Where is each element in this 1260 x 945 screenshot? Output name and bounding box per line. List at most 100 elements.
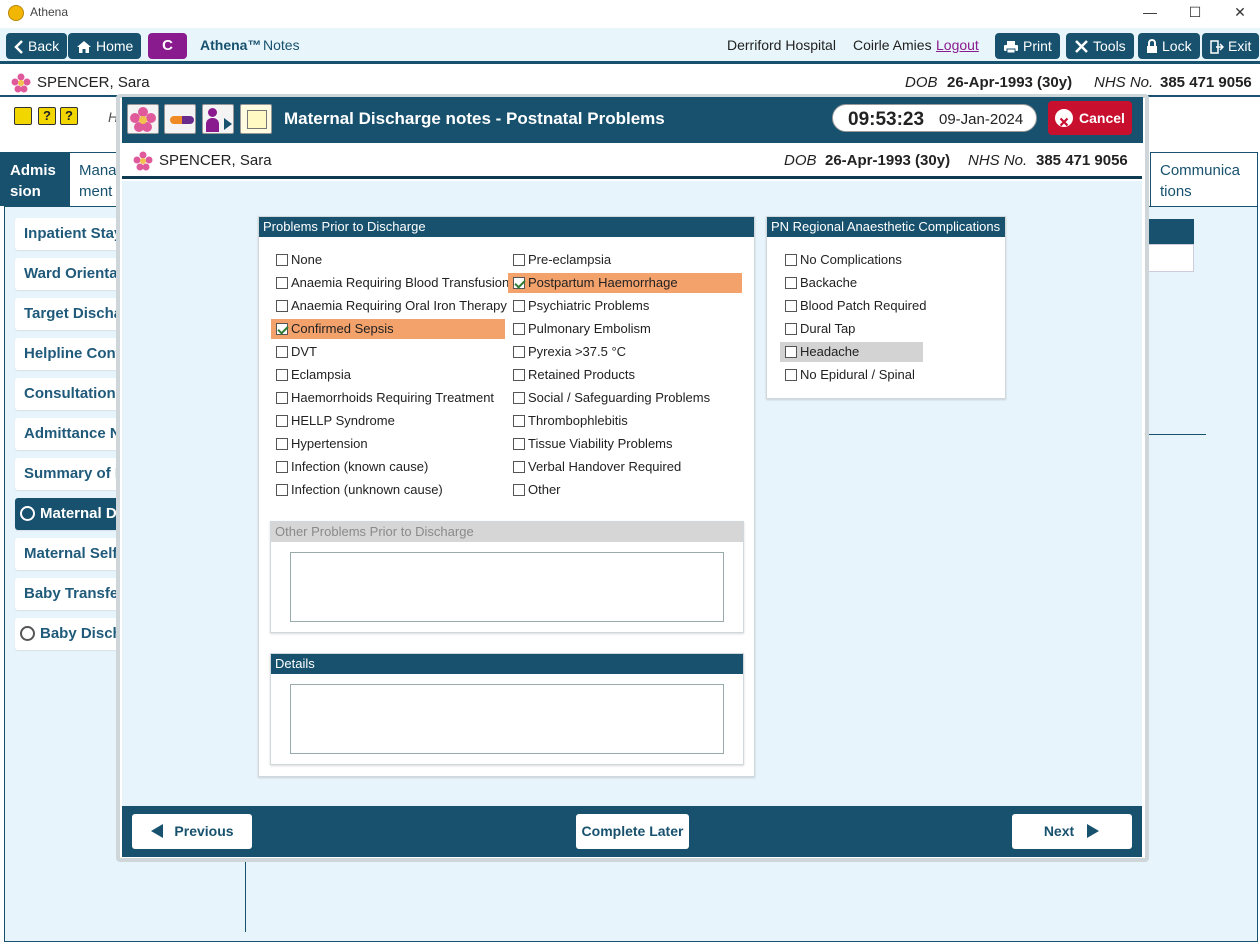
sidebar-item-baby-discharge[interactable]: Baby Discha <box>15 618 125 650</box>
sidebar-item-summary[interactable]: Summary of P <box>15 458 125 490</box>
checkbox-headache[interactable]: Headache <box>780 342 923 362</box>
checkbox-icon[interactable] <box>276 484 288 496</box>
maximize-button[interactable]: ☐ <box>1184 2 1206 22</box>
sidebar-item-maternal-self[interactable]: Maternal Self <box>15 538 125 570</box>
details-input[interactable] <box>290 684 724 754</box>
checkbox-pyrexia-37-5-c[interactable]: Pyrexia >37.5 °C <box>508 342 626 362</box>
sidebar-item-helpline-contacts[interactable]: Helpline Cont <box>15 338 125 370</box>
checkbox-icon[interactable] <box>513 346 525 358</box>
checkbox-psychiatric-problems[interactable]: Psychiatric Problems <box>508 296 649 316</box>
checkbox-infection-known-cause[interactable]: Infection (known cause) <box>271 457 428 477</box>
next-button[interactable]: Next <box>1012 814 1132 849</box>
help-icon[interactable]: ? <box>38 107 56 125</box>
sidebar-item-maternal-discharge[interactable]: Maternal Di <box>15 498 125 530</box>
checkbox-tissue-viability-problems[interactable]: Tissue Viability Problems <box>508 434 673 454</box>
flower-icon[interactable] <box>127 104 159 134</box>
checkbox-icon[interactable] <box>785 323 797 335</box>
checkbox-hypertension[interactable]: Hypertension <box>271 434 368 454</box>
help-list-icon[interactable] <box>14 107 32 125</box>
home-button[interactable]: Home <box>68 33 142 59</box>
checkbox-icon[interactable] <box>785 277 797 289</box>
sidebar-item-ward-orientation[interactable]: Ward Orientat <box>15 258 125 290</box>
tab-management[interactable]: Mana ment <box>69 152 119 206</box>
brand-name: Athena™ <box>200 37 262 53</box>
checkbox-icon[interactable] <box>785 346 797 358</box>
checkbox-no-epidural-spinal[interactable]: No Epidural / Spinal <box>780 365 915 385</box>
checkbox-anaemia-requiring-oral-iron-therapy[interactable]: Anaemia Requiring Oral Iron Therapy <box>271 296 507 316</box>
checkbox-label: Anaemia Requiring Oral Iron Therapy <box>291 298 507 313</box>
checkbox-icon[interactable] <box>513 392 525 404</box>
checkbox-icon[interactable] <box>785 300 797 312</box>
checkbox-label: Haemorrhoids Requiring Treatment <box>291 390 495 405</box>
checkbox-confirmed-sepsis[interactable]: Confirmed Sepsis <box>271 319 505 339</box>
back-button[interactable]: Back <box>6 33 68 59</box>
checkmark-icon[interactable] <box>513 277 525 289</box>
checkbox-pre-eclampsia[interactable]: Pre-eclampsia <box>508 250 611 270</box>
checkbox-icon[interactable] <box>276 254 288 266</box>
checkbox-anaemia-requiring-blood-transfusion[interactable]: Anaemia Requiring Blood Transfusion <box>271 273 509 293</box>
c-button[interactable]: C <box>148 33 187 59</box>
checkbox-icon[interactable] <box>513 484 525 496</box>
checkbox-retained-products[interactable]: Retained Products <box>508 365 635 385</box>
checkbox-social-safeguarding-problems[interactable]: Social / Safeguarding Problems <box>508 388 710 408</box>
previous-button[interactable]: Previous <box>132 814 252 849</box>
checkbox-icon[interactable] <box>513 254 525 266</box>
minimize-button[interactable]: — <box>1139 2 1161 22</box>
checkbox-icon[interactable] <box>276 438 288 450</box>
checkbox-infection-unknown-cause[interactable]: Infection (unknown cause) <box>271 480 443 500</box>
checkbox-eclampsia[interactable]: Eclampsia <box>271 365 351 385</box>
checkbox-blood-patch-required[interactable]: Blood Patch Required <box>780 296 926 316</box>
medication-icon[interactable] <box>164 104 196 134</box>
exit-button[interactable]: Exit <box>1202 33 1260 59</box>
checkbox-label: Headache <box>800 344 860 359</box>
checkbox-pulmonary-embolism[interactable]: Pulmonary Embolism <box>508 319 651 339</box>
complete-later-button[interactable]: Complete Later <box>576 814 689 849</box>
checkbox-postpartum-haemorrhage[interactable]: Postpartum Haemorrhage <box>508 273 742 293</box>
checkbox-icon[interactable] <box>276 415 288 427</box>
checkbox-icon[interactable] <box>513 415 525 427</box>
cancel-button[interactable]: Cancel <box>1048 101 1132 135</box>
mother-baby-icon[interactable] <box>202 104 234 134</box>
checkbox-backache[interactable]: Backache <box>780 273 857 293</box>
checkbox-icon[interactable] <box>785 254 797 266</box>
tab-admission[interactable]: Admis sion <box>0 152 69 206</box>
checkbox-icon[interactable] <box>513 369 525 381</box>
checkbox-icon[interactable] <box>785 369 797 381</box>
checkmark-icon[interactable] <box>276 323 288 335</box>
checkbox-icon[interactable] <box>276 392 288 404</box>
tools-button[interactable]: Tools <box>1066 33 1134 59</box>
sidebar-item-target-discharge[interactable]: Target Dischar <box>15 298 125 330</box>
sidebar-item-consultation[interactable]: Consultation I <box>15 378 125 410</box>
checkbox-icon[interactable] <box>513 461 525 473</box>
details-title: Details <box>271 654 743 674</box>
sidebar-item-baby-transfer[interactable]: Baby Transfer <box>15 578 125 610</box>
checkbox-icon[interactable] <box>276 346 288 358</box>
help-icon[interactable]: ? <box>60 107 78 125</box>
logout-link[interactable]: Logout <box>936 37 979 53</box>
sidebar-item-admittance-notes[interactable]: Admittance N <box>15 418 125 450</box>
checkbox-icon[interactable] <box>276 277 288 289</box>
tab-communications[interactable]: Communica tions <box>1150 152 1258 206</box>
checkbox-dural-tap[interactable]: Dural Tap <box>780 319 855 339</box>
lock-button[interactable]: Lock <box>1138 33 1200 59</box>
checkbox-other[interactable]: Other <box>508 480 561 500</box>
print-button[interactable]: Print <box>995 33 1060 59</box>
checkbox-verbal-handover-required[interactable]: Verbal Handover Required <box>508 457 681 477</box>
checkbox-icon[interactable] <box>513 300 525 312</box>
sidebar-item-inpatient-stay[interactable]: Inpatient Stay <box>15 218 125 250</box>
checkbox-no-complications[interactable]: No Complications <box>780 250 902 270</box>
checkbox-haemorrhoids-requiring-treatment[interactable]: Haemorrhoids Requiring Treatment <box>271 388 494 408</box>
checkbox-icon[interactable] <box>276 369 288 381</box>
other-problems-input[interactable] <box>290 552 724 622</box>
checkbox-label: No Complications <box>800 252 902 267</box>
checkbox-thrombophlebitis[interactable]: Thrombophlebitis <box>508 411 628 431</box>
notes-icon[interactable] <box>240 104 272 134</box>
checkbox-icon[interactable] <box>276 300 288 312</box>
checkbox-icon[interactable] <box>513 323 525 335</box>
checkbox-icon[interactable] <box>513 438 525 450</box>
close-window-button[interactable]: ✕ <box>1229 2 1251 22</box>
checkbox-none[interactable]: None <box>271 250 322 270</box>
checkbox-dvt[interactable]: DVT <box>271 342 317 362</box>
checkbox-hellp-syndrome[interactable]: HELLP Syndrome <box>271 411 395 431</box>
checkbox-icon[interactable] <box>276 461 288 473</box>
